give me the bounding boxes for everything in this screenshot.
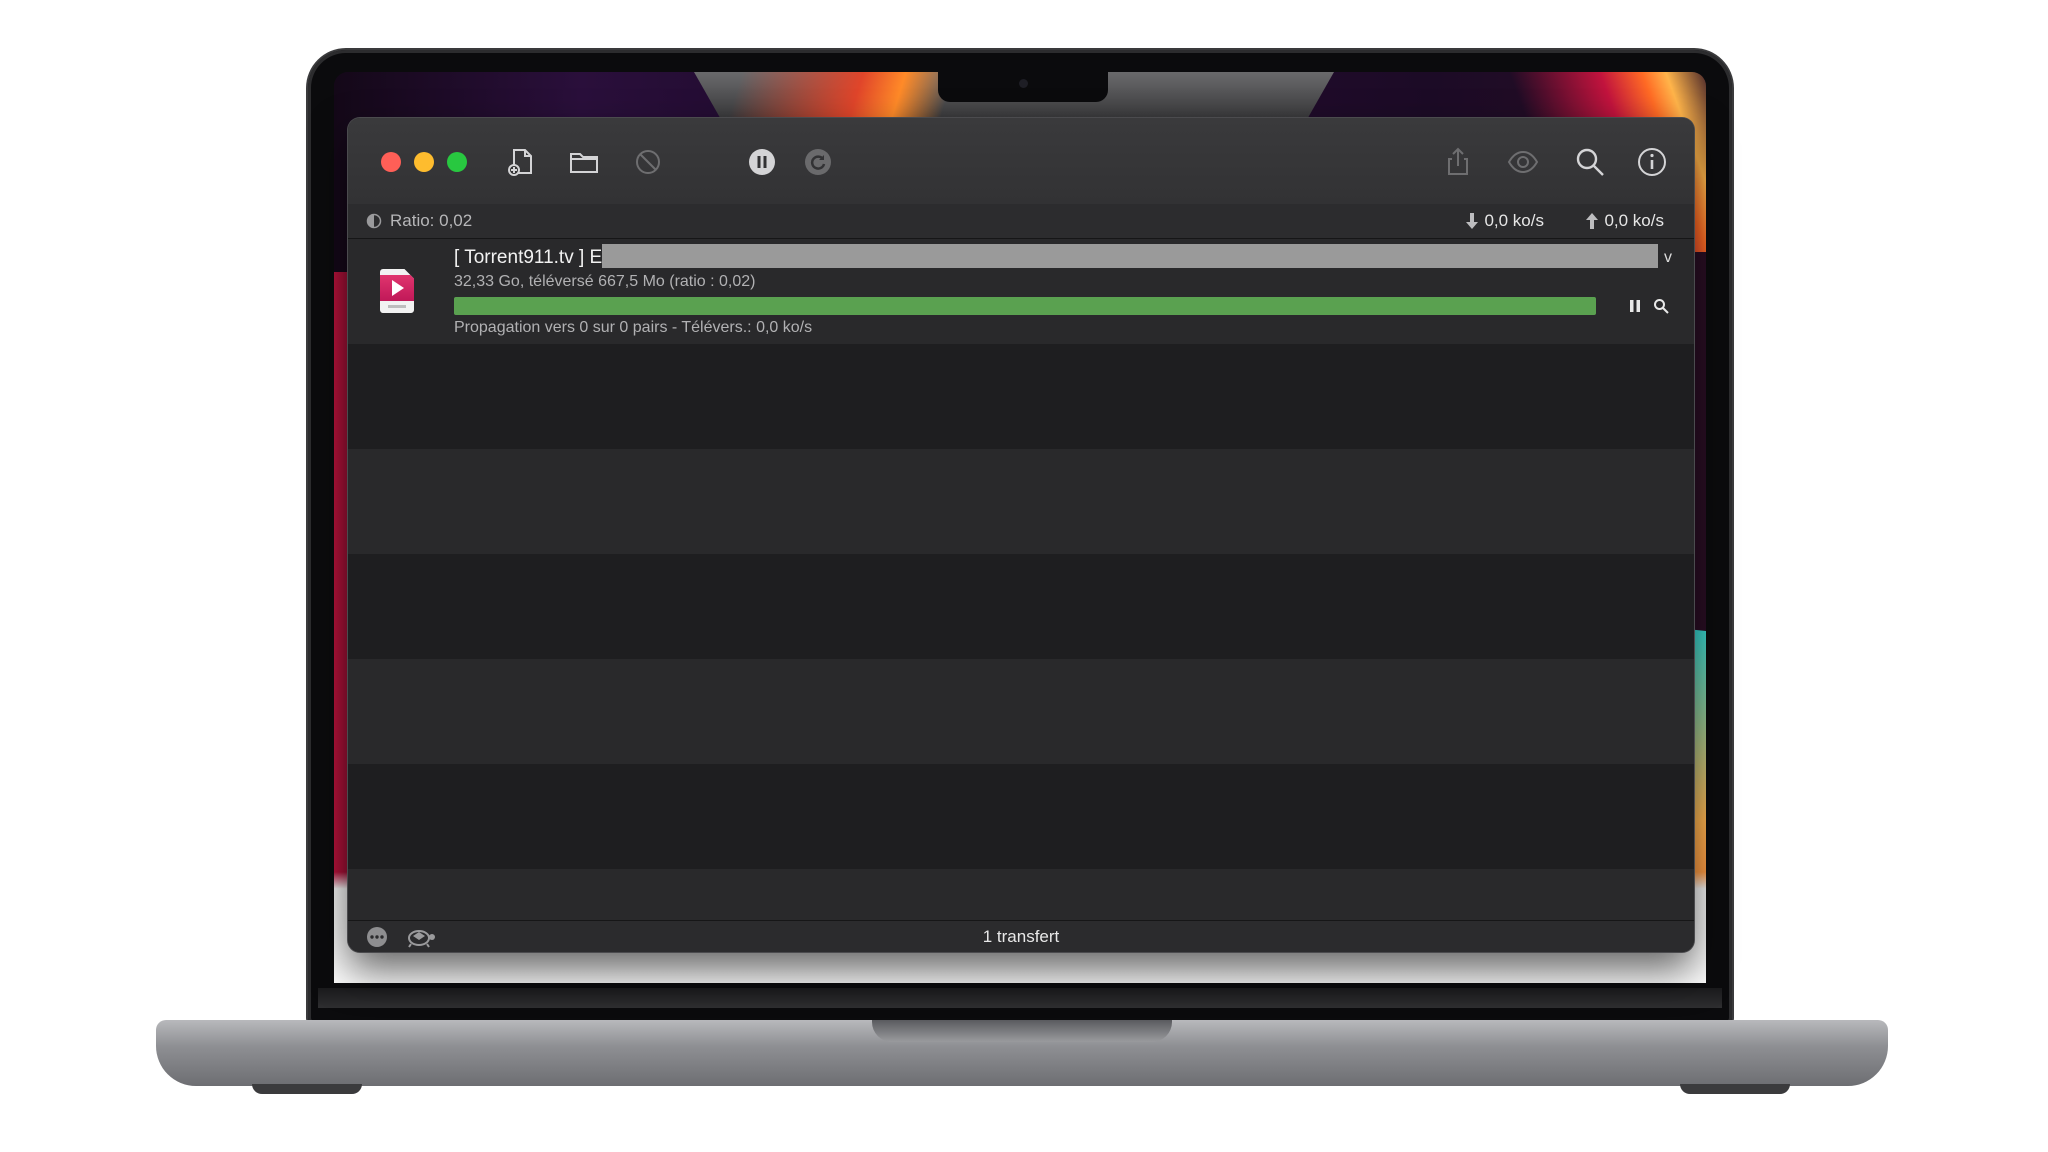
transfer-reveal-button[interactable]: [1650, 295, 1672, 317]
transfer-name-tail: v: [1664, 249, 1672, 266]
camera: [1019, 79, 1028, 88]
empty-row: [348, 659, 1694, 764]
transfer-row[interactable]: [ Torrent911.tv ] E v 32,33 Go, télévers…: [348, 239, 1694, 344]
pause-all-button[interactable]: [742, 142, 782, 182]
upload-speed: 0,0 ko/s: [1586, 211, 1664, 231]
open-folder-button[interactable]: [564, 142, 604, 182]
minimize-window-button[interactable]: [414, 152, 434, 172]
laptop-foot-right: [1680, 1084, 1790, 1094]
ratio-indicator[interactable]: Ratio: 0,02: [366, 211, 472, 231]
download-speed-value: 0,0 ko/s: [1484, 211, 1544, 230]
bottom-bar: 1 transfert: [348, 920, 1694, 952]
resume-all-button[interactable]: [798, 142, 838, 182]
redacted-name-block: [602, 244, 1658, 268]
inspector-button[interactable]: [1632, 142, 1672, 182]
share-button[interactable]: [1438, 142, 1478, 182]
transfer-name: [ Torrent911.tv ] E: [454, 247, 603, 268]
toolbar: [348, 118, 1694, 205]
magnifier-icon: [1654, 299, 1669, 314]
arrow-down-icon: [1466, 213, 1479, 229]
info-icon: [1638, 148, 1666, 176]
resume-all-icon: [805, 149, 831, 175]
filter-search-button[interactable]: [1570, 142, 1610, 182]
ratio-label: Ratio: 0,02: [390, 211, 473, 230]
zoom-window-button[interactable]: [447, 152, 467, 172]
transmission-window: Ratio: 0,02 0,0 ko/s 0,0 ko/s [ Torrent9…: [348, 118, 1694, 952]
video-file-icon: [380, 269, 414, 313]
pause-all-icon: [749, 149, 775, 175]
empty-row: [348, 554, 1694, 659]
ratio-icon: [366, 213, 382, 229]
pause-icon: [1630, 300, 1640, 312]
quicklook-icon: [1507, 150, 1539, 174]
arrow-up-icon: [1586, 213, 1599, 229]
progress-fill: [454, 297, 1596, 315]
transfer-count: 1 transfert: [982, 927, 1060, 946]
download-speed: 0,0 ko/s: [1466, 211, 1544, 231]
open-torrent-icon: [508, 149, 532, 176]
transfer-list: [ Torrent911.tv ] E v 32,33 Go, télévers…: [348, 239, 1694, 921]
transfer-status: Propagation vers 0 sur 0 pairs - Téléver…: [454, 319, 813, 336]
empty-row: [348, 869, 1694, 921]
share-icon: [1448, 147, 1468, 175]
status-bar: Ratio: 0,02 0,0 ko/s 0,0 ko/s: [348, 204, 1694, 239]
transfer-size-info: 32,33 Go, téléversé 667,5 Mo (ratio : 0,…: [454, 273, 756, 290]
transfer-progress-bar: [454, 297, 1596, 315]
laptop-foot-left: [252, 1084, 362, 1094]
upload-speed-value: 0,0 ko/s: [1604, 211, 1664, 230]
open-folder-icon: [570, 153, 598, 173]
open-torrent-button[interactable]: [501, 142, 541, 182]
remove-icon: [636, 150, 660, 174]
close-window-button[interactable]: [381, 152, 401, 172]
transfer-pause-button[interactable]: [1624, 295, 1646, 317]
quicklook-button[interactable]: [1503, 142, 1543, 182]
laptop-hinge: [318, 988, 1722, 1008]
empty-row: [348, 344, 1694, 449]
empty-row: [348, 764, 1694, 869]
empty-row: [348, 449, 1694, 554]
search-icon: [1576, 148, 1604, 176]
remove-transfer-button[interactable]: [628, 142, 668, 182]
laptop-opening-lip: [872, 1020, 1172, 1042]
